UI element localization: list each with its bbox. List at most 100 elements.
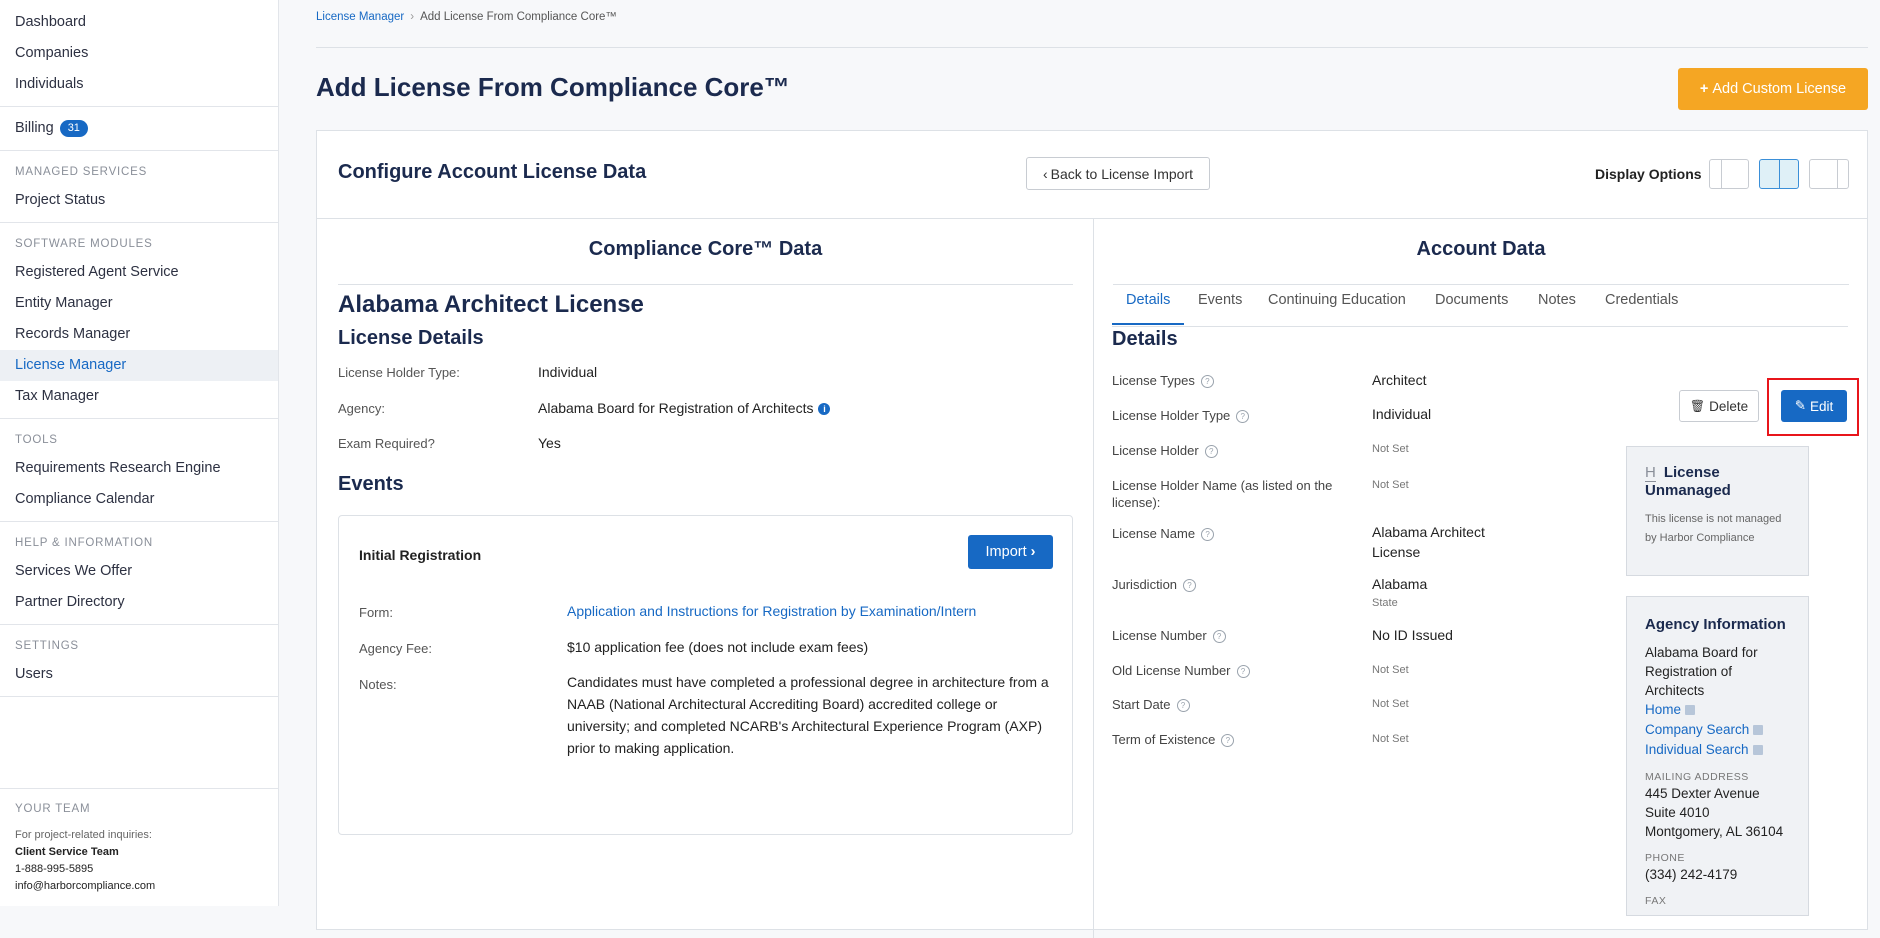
license-name-label-text: License Name [1112, 526, 1196, 541]
individual-search-link[interactable]: Individual Search [1645, 740, 1790, 760]
help-icon[interactable]: ? [1176, 699, 1190, 712]
tab-details[interactable]: Details [1112, 280, 1185, 325]
license-holder-type-value: Individual [1372, 406, 1432, 422]
help-icon[interactable]: ? [1200, 375, 1214, 388]
individual-search-link-text: Individual Search [1645, 742, 1749, 757]
your-team-phone[interactable]: 1-888-995-5895 [15, 861, 263, 878]
nav-requirements-research-engine[interactable]: Requirements Research Engine [0, 453, 278, 484]
nav-services-we-offer[interactable]: Services We Offer [0, 556, 278, 587]
company-search-link-text: Company Search [1645, 722, 1750, 737]
license-unmanaged-title: H License Unmanaged [1645, 464, 1790, 500]
your-team-email[interactable]: info@harborcompliance.com [15, 878, 263, 895]
old-license-number-label: Old License Number? [1112, 662, 1342, 679]
billing-count-badge: 31 [59, 120, 88, 137]
nav-companies[interactable]: Companies [0, 38, 278, 69]
divider [0, 418, 278, 419]
company-search-link[interactable]: Company Search [1645, 720, 1790, 740]
add-custom-license-label: Add Custom License [1712, 81, 1847, 97]
nav-license-manager[interactable]: License Manager [0, 350, 278, 381]
nav-registered-agent-service[interactable]: Registered Agent Service [0, 257, 278, 288]
start-date-value: Not Set [1372, 698, 1409, 710]
agency-phone: (334) 242-4179 [1645, 867, 1738, 882]
license-holder-type-label-text: License Holder Type [1112, 408, 1231, 423]
details-heading: Details [1112, 328, 1178, 350]
help-icon[interactable]: ? [1183, 579, 1197, 592]
nav-billing-label: Billing [15, 120, 54, 136]
your-team-note: For project-related inquiries: [15, 829, 152, 841]
license-holder-label-text: License Holder [1112, 443, 1199, 458]
agency-information-title: Agency Information [1645, 616, 1786, 633]
start-date-label-text: Start Date [1112, 697, 1171, 712]
nav-entity-manager[interactable]: Entity Manager [0, 288, 278, 319]
license-number-value: No ID Issued [1372, 627, 1453, 643]
license-unmanaged-title-text: License Unmanaged [1645, 464, 1731, 499]
add-custom-license-button[interactable]: + Add Custom License [1678, 68, 1868, 110]
start-date-label: Start Date? [1112, 696, 1342, 713]
divider [0, 624, 278, 625]
license-types-value: Architect [1372, 372, 1427, 388]
license-holder-name-value: Not Set [1372, 479, 1409, 491]
breadcrumb: License Manager › Add License From Complia… [316, 11, 617, 23]
license-number-label: License Number? [1112, 627, 1342, 644]
nav-billing[interactable]: Billing 31 [0, 113, 278, 144]
nav-project-status[interactable]: Project Status [0, 185, 278, 216]
breadcrumb-separator: › [410, 11, 415, 23]
old-license-number-label-text: Old License Number [1112, 663, 1231, 678]
phone-label: PHONE [1645, 852, 1685, 864]
term-of-existence-label: Term of Existence? [1112, 731, 1342, 748]
help-icon[interactable]: ? [1221, 734, 1235, 747]
license-types-label: License Types? [1112, 372, 1342, 389]
help-icon[interactable]: ? [1204, 445, 1218, 458]
divider [0, 521, 278, 522]
section-managed-services: MANAGED SERVICES [15, 166, 148, 178]
harbor-logo-icon: H [1645, 464, 1656, 482]
jurisdiction-label-text: Jurisdiction [1112, 577, 1178, 592]
breadcrumb-license-manager[interactable]: License Manager [316, 11, 404, 23]
help-icon[interactable]: ? [1201, 528, 1215, 541]
term-of-existence-label-text: Term of Existence [1112, 732, 1216, 747]
license-holder-label: License Holder? [1112, 442, 1342, 459]
jurisdiction-sub: State [1372, 597, 1398, 609]
term-of-existence-value: Not Set [1372, 733, 1409, 745]
section-software-modules: SOFTWARE MODULES [15, 238, 153, 250]
edit-highlight-box [1767, 378, 1859, 436]
external-link-icon [1753, 725, 1764, 735]
license-holder-name-label: License Holder Name (as listed on the li… [1112, 478, 1333, 510]
old-license-number-value: Not Set [1372, 664, 1409, 676]
agency-name: Alabama Board for Registration of Archit… [1645, 645, 1758, 698]
license-unmanaged-text: This license is not managed by Harbor Co… [1645, 513, 1782, 544]
tab-credentials[interactable]: Credentials [1605, 280, 1678, 325]
nav-tax-manager[interactable]: Tax Manager [0, 381, 278, 412]
address-line-1: 445 Dexter Avenue [1645, 786, 1760, 801]
nav-records-manager[interactable]: Records Manager [0, 319, 278, 350]
delete-button[interactable]: 🗑 Delete [1679, 390, 1759, 422]
tab-notes[interactable]: Notes [1538, 280, 1576, 325]
your-team-heading: YOUR TEAM [15, 803, 91, 815]
account-tabs: Details Events Continuing Education Docu… [1112, 280, 1848, 327]
mailing-address-label: MAILING ADDRESS [1645, 771, 1749, 783]
tab-documents[interactable]: Documents [1435, 280, 1508, 325]
delete-button-label: Delete [1709, 398, 1749, 414]
tab-continuing-education[interactable]: Continuing Education [1268, 280, 1406, 325]
nav-compliance-calendar[interactable]: Compliance Calendar [0, 484, 278, 515]
section-tools: TOOLS [15, 434, 58, 446]
help-icon[interactable]: ? [1212, 630, 1226, 643]
help-icon[interactable]: ? [1236, 410, 1250, 423]
nav-partner-directory[interactable]: Partner Directory [0, 587, 278, 618]
nav-users[interactable]: Users [0, 659, 278, 690]
trash-icon: 🗑 [1689, 399, 1706, 413]
tab-events[interactable]: Events [1198, 280, 1242, 325]
license-number-label-text: License Number [1112, 628, 1207, 643]
help-icon[interactable]: ? [1236, 665, 1250, 678]
nav-dashboard[interactable]: Dashboard [0, 7, 278, 38]
license-holder-type-label: License Holder Type? [1112, 407, 1342, 424]
divider [0, 150, 278, 151]
nav-individuals[interactable]: Individuals [0, 69, 278, 100]
license-holder-value: Not Set [1372, 443, 1409, 455]
agency-home-link[interactable]: Home [1645, 700, 1790, 720]
license-unmanaged-panel: H License Unmanaged This license is not m… [1626, 446, 1809, 576]
account-data-panel: Details Events Continuing Education Docu… [316, 130, 1868, 916]
divider [0, 696, 278, 697]
external-link-icon [1752, 745, 1763, 755]
jurisdiction-label: Jurisdiction? [1112, 576, 1342, 593]
